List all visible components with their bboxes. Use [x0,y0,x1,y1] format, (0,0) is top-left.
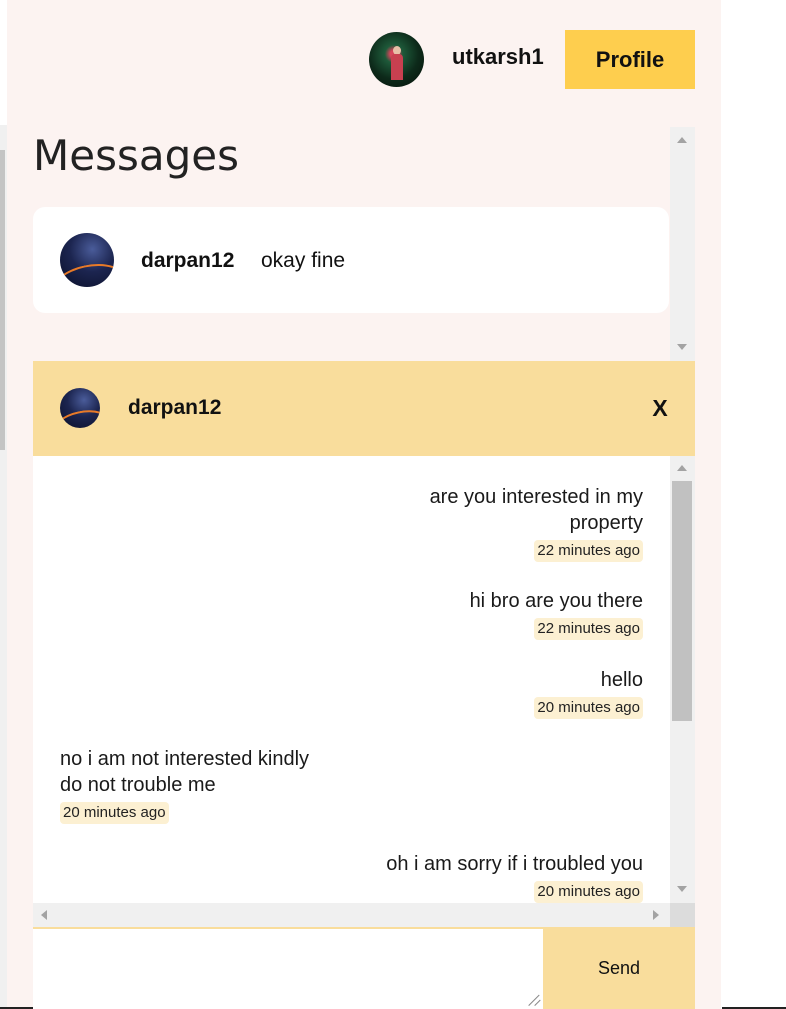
message-text: do not trouble me [60,774,216,796]
messages-panel: Messages darpan12 okay fine [33,127,695,361]
chat-header: darpan12 X [33,361,695,456]
avatar-arc [60,405,100,428]
conversation-preview: okay fine [261,249,346,272]
page-scrollbar[interactable] [0,125,7,1009]
message-text: hello [600,669,643,691]
chat-message: hello 20 minutes ago [534,667,643,719]
profile-button[interactable]: Profile [565,30,695,89]
avatar-arc [60,257,114,287]
messages-title: Messages [33,131,239,180]
chat-message: are you interested in my property 22 min… [430,484,643,562]
scroll-up-icon[interactable] [677,465,687,471]
message-text: no i am not interested kindly [60,748,310,770]
message-timestamp: 22 minutes ago [534,618,643,640]
scroll-right-icon[interactable] [653,910,659,920]
username: utkarsh1 [452,44,544,69]
resize-grip-icon[interactable] [529,993,541,1005]
chat-vertical-scrollbar[interactable] [670,456,695,903]
scroll-down-icon[interactable] [677,344,687,350]
message-timestamp: 20 minutes ago [534,881,643,903]
user-avatar[interactable] [369,32,424,87]
scroll-left-icon[interactable] [41,910,47,920]
chat-message: hi bro are you there 22 minutes ago [470,588,643,640]
message-timestamp: 20 minutes ago [60,802,169,824]
conversation-item[interactable]: darpan12 okay fine [33,207,669,313]
message-timestamp: 20 minutes ago [534,697,643,719]
message-text: oh i am sorry if i troubled you [386,853,643,875]
message-text: property [569,512,643,534]
chat-contact-name: darpan12 [128,396,222,419]
message-timestamp: 22 minutes ago [534,540,643,562]
contact-avatar [60,388,100,428]
send-button[interactable]: Send [543,927,695,1009]
page-scrollbar-thumb[interactable] [0,150,5,450]
chat-message: oh i am sorry if i troubled you 20 minut… [386,851,643,903]
scroll-down-icon[interactable] [677,886,687,892]
chat-message: no i am not interested kindly do not tro… [60,746,309,824]
chat-messages[interactable]: are you interested in my property 22 min… [33,456,670,903]
messages-scrollbar[interactable] [670,127,695,361]
message-input[interactable] [33,927,543,1009]
scroll-up-icon[interactable] [677,137,687,143]
avatar-figure-body [391,54,403,80]
close-chat-button[interactable]: X [645,393,675,423]
chat-scrollbar-thumb[interactable] [672,481,692,721]
message-text: hi bro are you there [469,590,643,612]
chat-horizontal-scrollbar[interactable] [33,903,670,927]
conversation-name: darpan12 [141,249,235,272]
contact-avatar [60,233,114,287]
message-text: are you interested in my [429,486,643,508]
scrollbar-corner [670,903,695,927]
